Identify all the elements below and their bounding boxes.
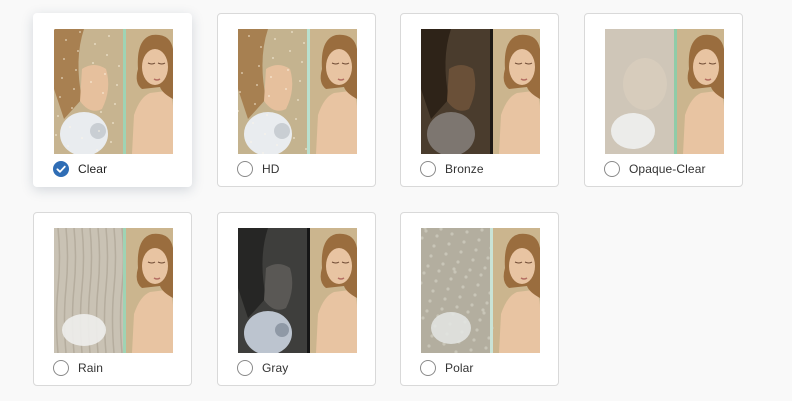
glass-preview-image (238, 228, 357, 353)
glass-option-bronze[interactable]: Bronze (400, 13, 559, 187)
glass-preview-image (421, 228, 540, 353)
glass-option-hd[interactable]: HD (217, 13, 376, 187)
glass-preview-image (238, 29, 357, 154)
option-row: Gray (237, 360, 288, 376)
check-circle-icon[interactable] (53, 161, 69, 177)
glass-option-rain[interactable]: Rain (33, 212, 192, 386)
option-row: Opaque-Clear (604, 161, 706, 177)
option-label: Clear (78, 162, 108, 176)
radio-empty-icon[interactable] (237, 360, 253, 376)
glass-preview-image (54, 228, 173, 353)
option-label: HD (262, 162, 280, 176)
glass-option-polar[interactable]: Polar (400, 212, 559, 386)
glass-option-opaque-clear[interactable]: Opaque-Clear (584, 13, 743, 187)
option-row: Clear (53, 161, 107, 177)
option-row: Rain (53, 360, 103, 376)
radio-empty-icon[interactable] (237, 161, 253, 177)
radio-empty-icon[interactable] (420, 161, 436, 177)
option-label: Bronze (445, 162, 484, 176)
option-label: Rain (78, 361, 104, 375)
radio-empty-icon[interactable] (604, 161, 620, 177)
option-label: Gray (262, 361, 289, 375)
glass-option-clear[interactable]: Clear (33, 13, 192, 187)
option-row: Bronze (420, 161, 484, 177)
glass-preview-image (54, 29, 173, 154)
glass-preview-image (421, 29, 540, 154)
option-label: Opaque-Clear (629, 162, 706, 176)
glass-preview-image (605, 29, 724, 154)
option-row: Polar (420, 360, 474, 376)
option-label: Polar (445, 361, 474, 375)
option-row: HD (237, 161, 280, 177)
glass-option-gray[interactable]: Gray (217, 212, 376, 386)
radio-empty-icon[interactable] (53, 360, 69, 376)
radio-empty-icon[interactable] (420, 360, 436, 376)
